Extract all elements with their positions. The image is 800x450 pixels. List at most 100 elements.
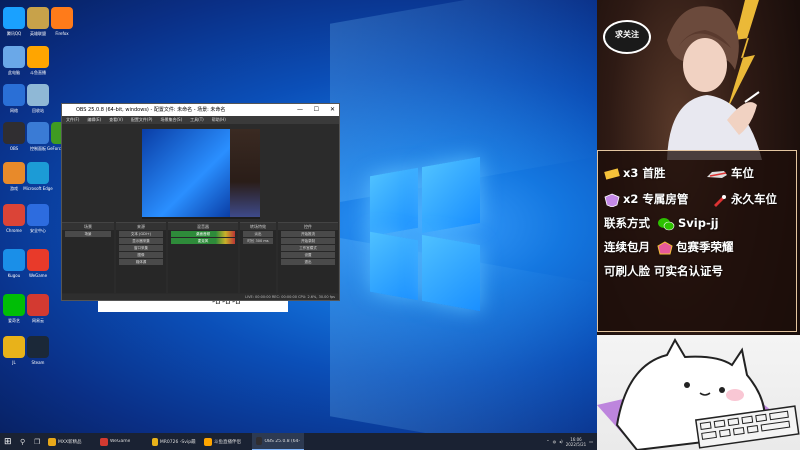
contact-label: 联系方式 (604, 216, 650, 230)
chevron-up-icon[interactable]: ⌃ (546, 439, 549, 444)
gold-ticket-icon (604, 167, 620, 180)
taskbar-app[interactable]: WeGame (96, 433, 148, 450)
obs-dock-item[interactable]: 场景 (65, 231, 111, 237)
desktop-icon-label: 回收站 (32, 108, 44, 113)
bongo-cat-overlay (597, 335, 800, 450)
desktop-icon[interactable] (3, 249, 25, 271)
obs-dock-item[interactable]: 文本 (GDI+) (119, 231, 163, 237)
preview-panel (230, 129, 260, 217)
obs-dock-item[interactable]: 媒体源 (119, 259, 163, 265)
obs-dock-item[interactable]: 窗口采集 (119, 245, 163, 251)
desktop-icon[interactable] (27, 162, 49, 184)
perk-line: 永久车位 (712, 191, 777, 207)
volume-icon[interactable]: ◂) (559, 439, 563, 444)
obs-dock-item[interactable]: 桌面音频 (171, 231, 235, 237)
task-view-icon[interactable]: ❐ (30, 433, 44, 450)
desktop[interactable]: 腾讯QQ 英雄联盟 Firefox 此电脑 斗鱼直播 网络 回收站 OBS 控制面板 GeForc… (0, 0, 597, 433)
taskbar-app-label: MR0726 -Svip最新直... (159, 439, 196, 445)
desktop-icon[interactable] (27, 294, 49, 316)
desktop-icon[interactable] (3, 162, 25, 184)
obs-statusbar: LIVE: 00:00:00 REC: 00:00:00 CPU: 2.6%, … (62, 294, 339, 300)
obs-dock-item[interactable]: 工作室模式 (281, 245, 335, 251)
obs-dock-title: 场景 (62, 223, 114, 230)
perk-text: 可刷人脸 可实名认证号 (604, 264, 724, 278)
desktop-icon[interactable] (3, 84, 25, 106)
minimize-icon[interactable]: — (297, 104, 303, 116)
obs-dock-item[interactable]: 麦克风 (171, 238, 235, 244)
obs-dock-item[interactable]: 退出 (281, 259, 335, 265)
preview-desktop (142, 129, 230, 217)
notification-icon[interactable]: ▭ (589, 439, 593, 444)
search-icon[interactable]: ⚲ (16, 433, 30, 450)
desktop-icon[interactable] (27, 336, 49, 358)
taskbar-app-label: 斗鱼直播伴侣 (214, 439, 241, 445)
obs-dock-title: 转场特效 (240, 223, 276, 230)
perk-text: 车位 (731, 166, 754, 180)
desktop-icon[interactable] (27, 7, 49, 29)
desktop-icon[interactable] (3, 204, 25, 226)
desktop-icon-label: 网易云 (32, 318, 44, 323)
desktop-icon-label: 斗鱼直播 (30, 70, 46, 75)
obs-dock-title: 混音器 (168, 223, 238, 230)
taskbar-app[interactable]: MXX新精品 (44, 433, 96, 450)
desktop-icon[interactable] (27, 122, 49, 144)
obs-menu-item[interactable]: 配置文件(P) (131, 116, 153, 124)
desktop-icon-label: Steam (31, 360, 45, 365)
perk-line: x2 专属房管 (604, 191, 688, 207)
obs-menu-item[interactable]: 文件(F) (66, 116, 79, 124)
obs-dock: 控件 开始推流 开始录制 工作室模式 设置 退出 (278, 222, 338, 293)
obs-dock: 混音器 桌面音频 麦克风 (168, 222, 238, 293)
perk-text: 包赛季荣耀 (676, 240, 734, 254)
taskbar-app-label: WeGame (110, 439, 131, 444)
start-button[interactable]: ⊞ (0, 433, 16, 450)
desktop-icon[interactable] (27, 46, 49, 68)
app-icon (204, 437, 212, 446)
obs-dock-item[interactable]: 时长 300 ms (243, 238, 273, 244)
bongo-cat-illustration (597, 337, 800, 450)
obs-preview[interactable] (142, 129, 260, 219)
desktop-icon-label: WeGame (28, 273, 48, 278)
obs-menu-item[interactable]: 查看(V) (109, 116, 123, 124)
obs-menu-item[interactable]: 编辑(E) (87, 116, 101, 124)
desktop-icon[interactable] (3, 294, 25, 316)
obs-titlebar[interactable]: OBS 25.0.8 (64-bit, windows) - 配置文件: 未命名… (62, 104, 339, 116)
maximize-icon[interactable]: ☐ (314, 104, 319, 116)
network-icon[interactable]: ◍ (553, 439, 557, 444)
perk-text: 连续包月 (604, 240, 650, 254)
desktop-icon[interactable] (3, 336, 25, 358)
desktop-icon[interactable] (3, 46, 25, 68)
perk-text: x2 专属房管 (623, 192, 689, 206)
taskbar: ⊞ ⚲ ❐ MXX新精品 WeGame MR0726 -Svip最新直... 斗鱼直播… (0, 433, 597, 450)
obs-menu-item[interactable]: 工具(T) (190, 116, 204, 124)
desktop-icon[interactable] (27, 84, 49, 106)
desktop-icon[interactable] (27, 249, 49, 271)
perk-line: 车位 (706, 165, 754, 181)
obs-dock-item[interactable]: 显示器采集 (119, 238, 163, 244)
desktop-icon[interactable] (3, 7, 25, 29)
follow-bubble: 求关注 (603, 20, 651, 54)
desktop-icon[interactable] (51, 7, 73, 29)
clock-date: 2022/5/21 (565, 441, 587, 447)
shield-icon (604, 193, 620, 207)
app-icon (100, 437, 108, 446)
obs-window[interactable]: OBS 25.0.8 (64-bit, windows) - 配置文件: 未命名… (61, 103, 340, 301)
desktop-icon[interactable] (3, 122, 25, 144)
desktop-icon[interactable] (27, 204, 49, 226)
obs-dock-item[interactable]: 淡出 (243, 231, 273, 237)
obs-dock-item[interactable]: 开始录制 (281, 238, 335, 244)
obs-dock-title: 控件 (278, 223, 338, 230)
obs-menu-item[interactable]: 帮助(H) (212, 116, 226, 124)
system-tray: ⌃ ◍ ◂) 16:06 2022/5/21 ▭ (546, 433, 593, 450)
obs-dock-item[interactable]: 设置 (281, 252, 335, 258)
obs-dock-item[interactable]: 开始推流 (281, 231, 335, 237)
taskbar-app[interactable]: OBS 25.0.8 (64-bi... (252, 433, 304, 450)
clock[interactable]: 16:06 2022/5/21 (566, 437, 587, 447)
car-icon (707, 170, 727, 178)
obs-dock-item[interactable]: 图像 (119, 252, 163, 258)
close-icon[interactable]: ✕ (330, 104, 335, 116)
obs-menu-item[interactable]: 场景集合(S) (160, 116, 182, 124)
taskbar-app[interactable]: MR0726 -Svip最新直... (148, 433, 200, 450)
obs-title-text: OBS 25.0.8 (64-bit, windows) - 配置文件: 未命名… (76, 107, 226, 113)
perk-text: 永久车位 (731, 192, 777, 206)
taskbar-app[interactable]: 斗鱼直播伴侣 (200, 433, 252, 450)
